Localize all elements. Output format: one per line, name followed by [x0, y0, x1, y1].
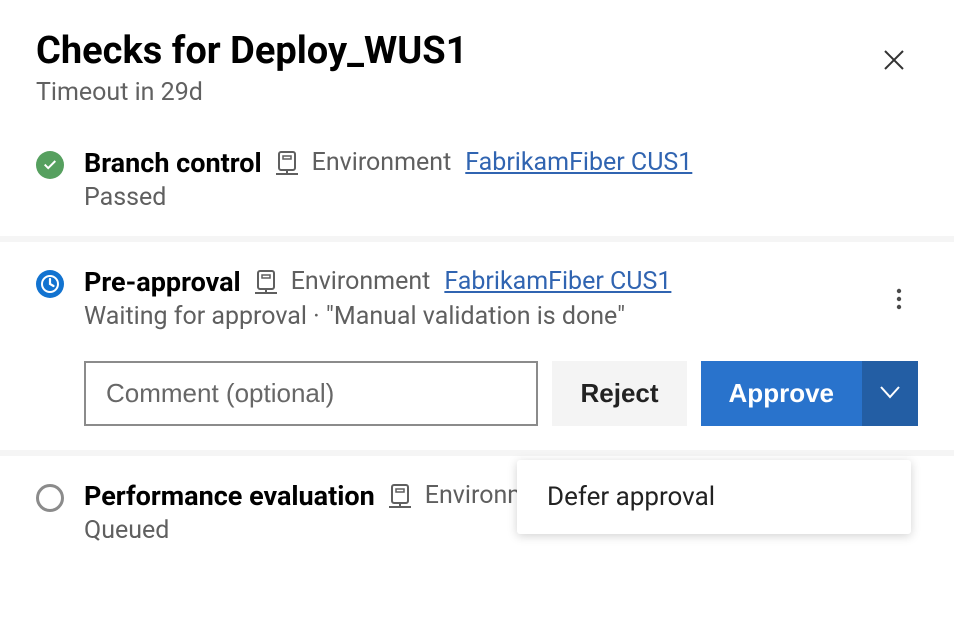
panel-header: Checks for Deploy_WUS1 Timeout in 29d: [0, 0, 954, 123]
page-title: Checks for Deploy_WUS1: [36, 30, 468, 74]
approve-split-button: Approve: [701, 361, 918, 426]
status-queued-icon: [36, 484, 64, 512]
check-name: Pre-approval: [84, 266, 241, 298]
status-passed-icon: [36, 151, 64, 179]
environment-icon: [255, 269, 277, 295]
check-status: Waiting for approval · "Manual validatio…: [84, 302, 918, 331]
environment-link[interactable]: FabrikamFiber CUS1: [444, 267, 671, 296]
approve-button[interactable]: Approve: [701, 361, 862, 426]
close-icon: [882, 46, 906, 79]
environment-icon: [389, 483, 411, 509]
check-name: Performance evaluation: [84, 480, 375, 512]
environment-label: Environment: [312, 148, 452, 177]
status-waiting-icon: [36, 270, 64, 298]
approve-dropdown-toggle[interactable]: [862, 361, 918, 426]
close-button[interactable]: [870, 40, 918, 85]
more-vertical-icon: [896, 295, 902, 314]
check-name: Branch control: [84, 147, 262, 179]
timeout-label: Timeout in 29d: [36, 78, 468, 107]
check-item-branch-control: Branch control Environment FabrikamFiber…: [0, 123, 954, 236]
reject-button[interactable]: Reject: [552, 361, 686, 426]
check-item-pre-approval: Pre-approval Environment FabrikamFiber C…: [0, 242, 954, 450]
defer-approval-item[interactable]: Defer approval: [517, 460, 911, 534]
check-body: Branch control Environment FabrikamFiber…: [84, 147, 918, 212]
header-left: Checks for Deploy_WUS1 Timeout in 29d: [36, 30, 468, 107]
approval-action-row: Reject Approve: [84, 361, 918, 426]
environment-link[interactable]: FabrikamFiber CUS1: [465, 148, 692, 177]
check-status: Passed: [84, 183, 918, 212]
chevron-down-icon: [879, 384, 901, 403]
more-actions-button[interactable]: [890, 282, 908, 320]
comment-input[interactable]: [84, 361, 538, 426]
checks-panel: Checks for Deploy_WUS1 Timeout in 29d Br…: [0, 0, 954, 619]
approve-dropdown-menu: Defer approval: [517, 460, 911, 534]
environment-icon: [276, 150, 298, 176]
check-head: Pre-approval Environment FabrikamFiber C…: [84, 266, 918, 298]
environment-label: Environment: [291, 267, 431, 296]
check-body: Pre-approval Environment FabrikamFiber C…: [84, 266, 918, 426]
check-head: Branch control Environment FabrikamFiber…: [84, 147, 918, 179]
